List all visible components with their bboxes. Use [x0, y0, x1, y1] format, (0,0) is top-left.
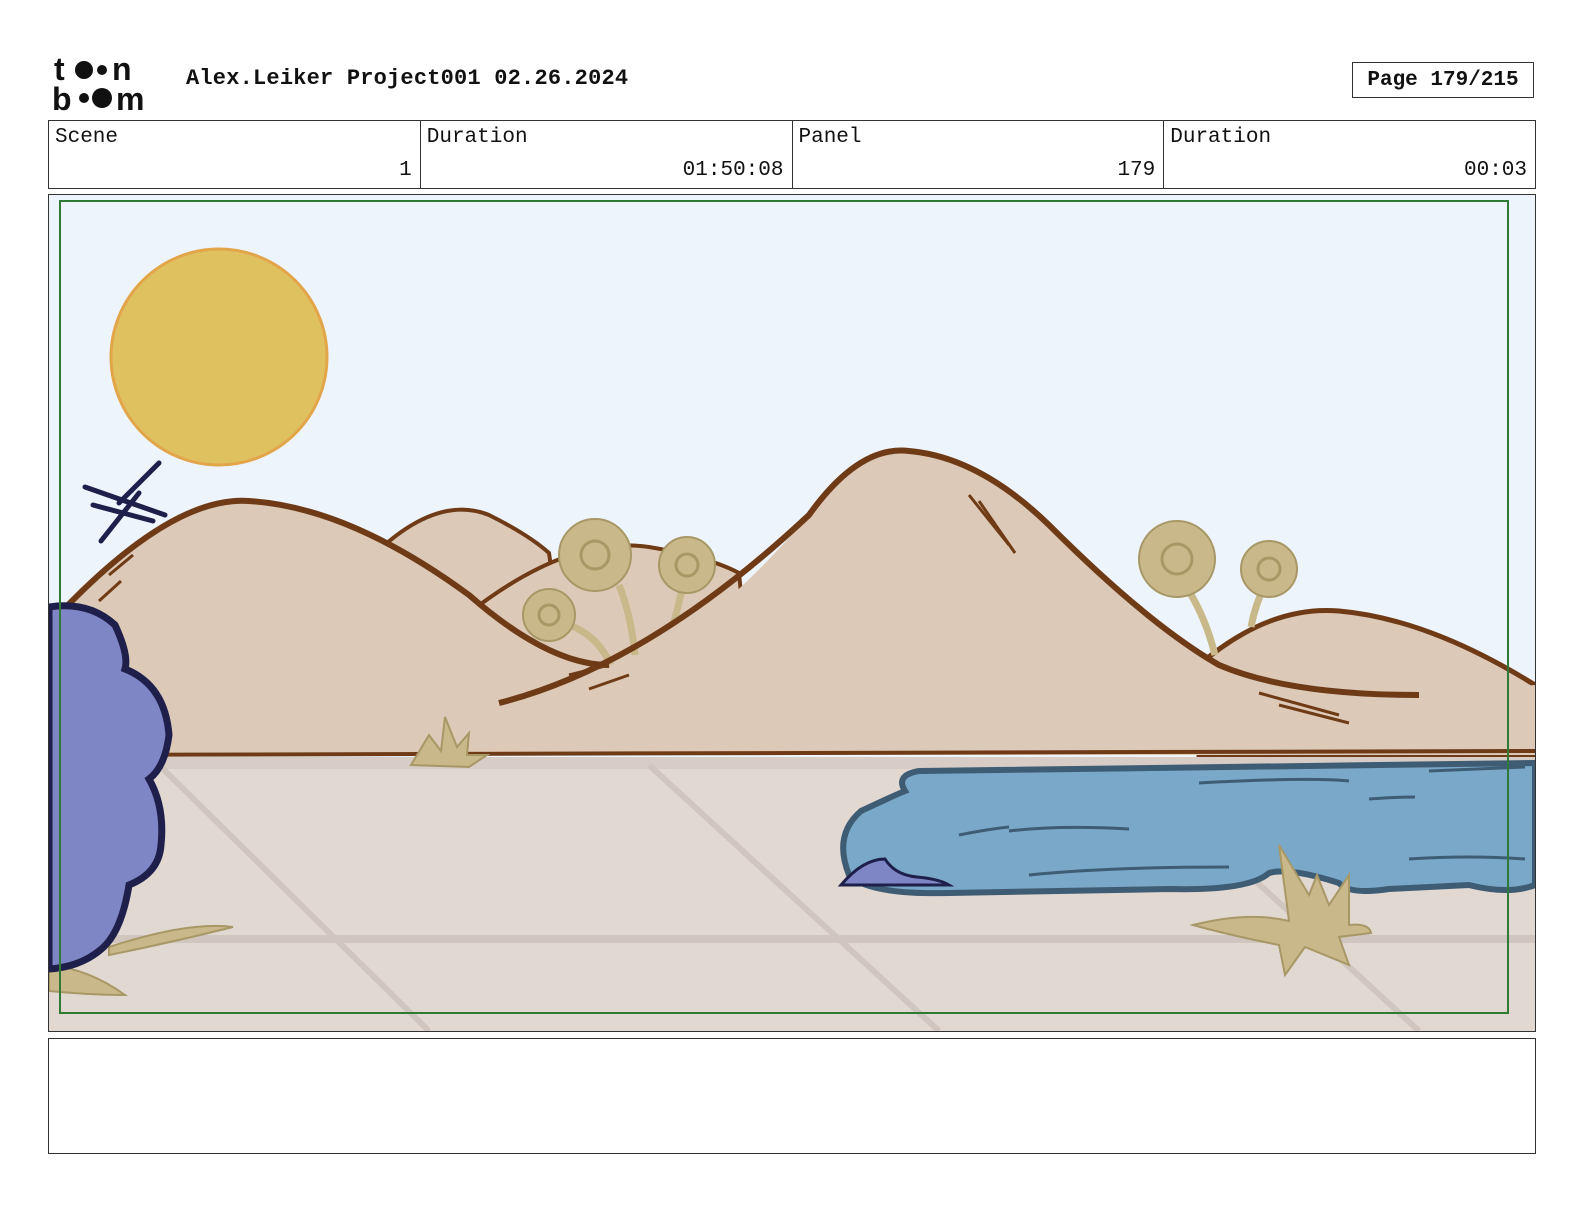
scene-value: 1 — [399, 159, 412, 182]
page-number: Page 179/215 — [1352, 62, 1534, 98]
panel-label: Panel — [798, 126, 862, 149]
document-title: Alex.Leiker Project001 02.26.2024 — [186, 66, 629, 91]
toon-boom-logo: t n b m — [52, 52, 144, 112]
scene-duration-cell: Duration 01:50:08 — [421, 121, 793, 188]
panel-artwork — [49, 195, 1535, 1031]
scene-duration-label: Duration — [426, 126, 528, 149]
panel-duration-cell: Duration 00:03 — [1164, 121, 1535, 188]
scene-cell: Scene 1 — [49, 121, 421, 188]
scene-duration-value: 01:50:08 — [682, 159, 784, 182]
pond — [840, 759, 1535, 897]
panel-duration-value: 00:03 — [1463, 159, 1527, 182]
panel-cell: Panel 179 — [793, 121, 1165, 188]
svg-text:b: b — [52, 81, 72, 112]
scene-info-table: Scene 1 Duration 01:50:08 Panel 179 Dura… — [48, 120, 1536, 189]
sun-icon — [109, 247, 329, 467]
panel-notes-box — [48, 1038, 1536, 1154]
svg-text:m: m — [116, 81, 144, 112]
storyboard-panel — [48, 194, 1536, 1032]
scene-label: Scene — [55, 126, 119, 149]
panel-value: 179 — [1117, 159, 1156, 182]
panel-duration-label: Duration — [1170, 126, 1272, 149]
